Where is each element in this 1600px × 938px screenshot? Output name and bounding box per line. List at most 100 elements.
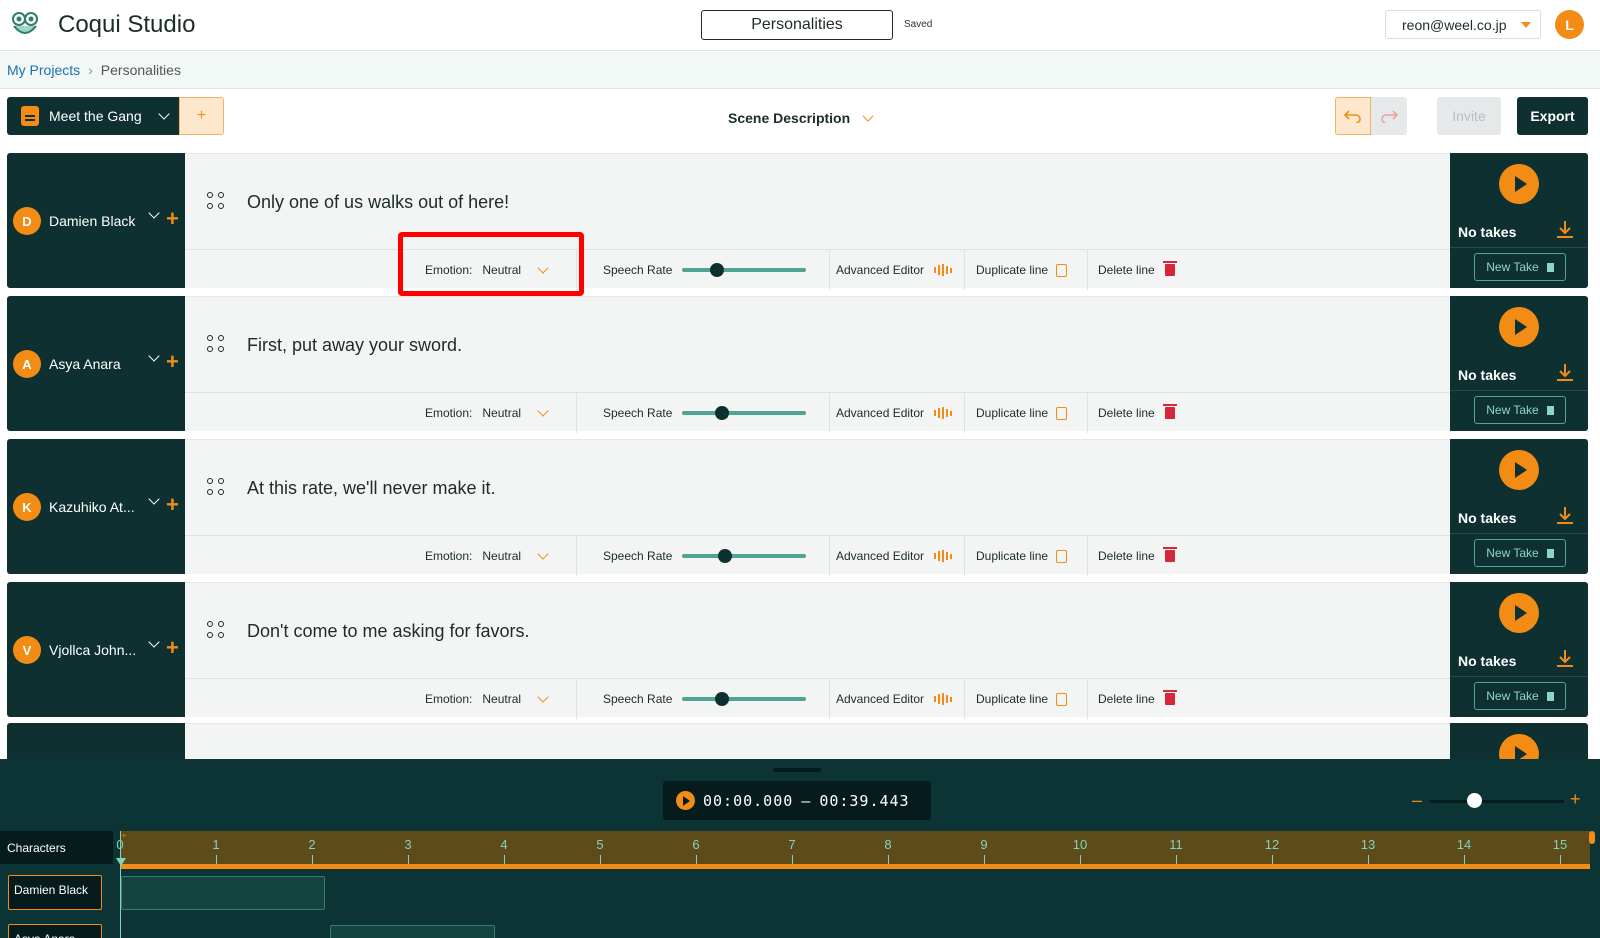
slider-thumb[interactable] <box>718 549 733 563</box>
project-name-field[interactable]: Personalities <box>701 10 893 40</box>
chevron-down-icon <box>537 548 549 560</box>
advanced-editor-button[interactable]: Advanced Editor <box>836 679 953 719</box>
drag-handle-icon[interactable] <box>207 192 225 212</box>
new-take-button[interactable]: New Take <box>1474 396 1566 424</box>
ruler-tick: 8 <box>884 831 892 864</box>
track-label[interactable]: Asya Anara <box>8 924 102 938</box>
timeline-ruler[interactable]: 0123456789101112131415 <box>116 831 1590 864</box>
add-line-button[interactable]: + <box>166 351 179 373</box>
character-panel: D Damien Black + <box>7 153 185 288</box>
speech-rate-slider[interactable] <box>682 692 807 706</box>
line-text[interactable]: Don't come to me asking for favors. <box>247 621 530 642</box>
delete-line-button[interactable]: Delete line <box>1098 679 1177 719</box>
play-take-button[interactable] <box>1499 593 1539 633</box>
download-icon[interactable] <box>1554 219 1576 241</box>
resize-handle[interactable] <box>773 768 821 772</box>
play-take-button[interactable] <box>1499 450 1539 490</box>
time-separator: – <box>801 791 812 810</box>
zoom-slider[interactable] <box>1430 800 1564 803</box>
emotion-dropdown[interactable]: Emotion: Neutral <box>425 536 549 576</box>
speech-rate-slider[interactable] <box>682 263 807 277</box>
ruler-tick: 5 <box>596 831 604 864</box>
advanced-editor-button[interactable]: Advanced Editor <box>836 250 953 290</box>
playhead-marker-icon[interactable] <box>116 858 126 866</box>
duplicate-line-button[interactable]: Duplicate line <box>976 250 1068 290</box>
playhead-flag-icon: ⁺ <box>121 832 127 844</box>
drag-handle-icon[interactable] <box>207 478 225 498</box>
line-text[interactable]: First, put away your sword. <box>247 335 462 356</box>
ruler-tick-label: 5 <box>596 837 604 852</box>
take-panel: No takes New Take <box>1450 439 1588 574</box>
ruler-tick-label: 2 <box>308 837 316 852</box>
play-icon[interactable] <box>676 791 695 810</box>
frog-logo-icon[interactable] <box>10 10 40 40</box>
zoom-out-button[interactable]: – <box>1412 790 1422 811</box>
advanced-editor-button[interactable]: Advanced Editor <box>836 393 953 433</box>
download-icon[interactable] <box>1554 648 1576 670</box>
play-take-button[interactable] <box>1499 307 1539 347</box>
app-title: Coqui Studio <box>58 11 196 38</box>
chevron-down-icon[interactable] <box>148 493 160 505</box>
scene-selector-dropdown[interactable]: Meet the Gang <box>7 97 179 135</box>
timeline-scroll-handle[interactable] <box>1589 831 1595 844</box>
drag-handle-icon[interactable] <box>207 335 225 355</box>
audio-clip[interactable] <box>330 925 496 938</box>
new-take-button[interactable]: New Take <box>1474 682 1566 710</box>
character-name-select[interactable]: Kazuhiko At... <box>49 499 141 515</box>
add-line-button[interactable]: + <box>166 637 179 659</box>
duplicate-line-button[interactable]: Duplicate line <box>976 679 1068 719</box>
copy-icon <box>1056 263 1068 277</box>
breadcrumb-my-projects[interactable]: My Projects <box>7 62 80 78</box>
character-name-select[interactable]: Vjollca John... <box>49 642 141 658</box>
take-panel: No takes New Take <box>1450 296 1588 431</box>
slider-thumb[interactable] <box>715 692 730 706</box>
emotion-dropdown[interactable]: Emotion: Neutral <box>425 679 549 719</box>
chevron-down-icon <box>537 691 549 703</box>
export-button[interactable]: Export <box>1517 97 1588 135</box>
download-icon[interactable] <box>1554 362 1576 384</box>
slider-thumb[interactable] <box>710 263 725 277</box>
takes-status: No takes <box>1458 367 1517 383</box>
download-icon[interactable] <box>1554 505 1576 527</box>
new-take-button[interactable]: New Take <box>1474 539 1566 567</box>
speech-rate-label: Speech Rate <box>603 406 673 420</box>
time-start: 00:00.000 <box>703 791 794 810</box>
line-text[interactable]: At this rate, we'll never make it. <box>247 478 496 499</box>
waveform-icon <box>934 550 953 562</box>
chevron-down-icon[interactable] <box>148 636 160 648</box>
character-name-select[interactable]: Asya Anara <box>49 356 141 372</box>
slider-thumb[interactable] <box>715 406 730 420</box>
add-scene-button[interactable]: + <box>179 97 224 135</box>
ruler-tick: 6 <box>692 831 700 864</box>
advanced-editor-button[interactable]: Advanced Editor <box>836 536 953 576</box>
add-line-button[interactable]: + <box>166 208 179 230</box>
speech-rate-slider[interactable] <box>682 549 807 563</box>
audio-clip[interactable] <box>121 876 326 910</box>
new-take-button[interactable]: New Take <box>1474 253 1566 281</box>
user-avatar[interactable]: L <box>1555 10 1584 39</box>
drag-handle-icon[interactable] <box>207 621 225 641</box>
undo-button[interactable] <box>1335 97 1371 135</box>
chevron-down-icon[interactable] <box>148 207 160 219</box>
add-line-button[interactable]: + <box>166 494 179 516</box>
speech-rate-slider[interactable] <box>682 406 807 420</box>
track-label[interactable]: Damien Black <box>8 875 102 910</box>
invite-button[interactable]: Invite <box>1437 97 1501 135</box>
duplicate-line-button[interactable]: Duplicate line <box>976 536 1068 576</box>
play-take-button[interactable] <box>1499 164 1539 204</box>
line-body: Don't come to me asking for favors. Emot… <box>185 582 1450 719</box>
line-body <box>185 723 1450 763</box>
line-text[interactable]: Only one of us walks out of here! <box>247 192 509 213</box>
duplicate-line-button[interactable]: Duplicate line <box>976 393 1068 433</box>
playhead-line[interactable] <box>120 831 121 938</box>
character-name-select[interactable]: Damien Black <box>49 213 141 229</box>
scene-description-toggle[interactable]: Scene Description <box>728 110 874 126</box>
delete-line-button[interactable]: Delete line <box>1098 250 1177 290</box>
zoom-in-button[interactable]: + <box>1570 789 1581 810</box>
user-menu-dropdown[interactable]: reon@weel.co.jp <box>1385 10 1541 39</box>
redo-button[interactable] <box>1371 97 1407 135</box>
delete-line-button[interactable]: Delete line <box>1098 393 1177 433</box>
emotion-dropdown[interactable]: Emotion: Neutral <box>425 393 549 433</box>
delete-line-button[interactable]: Delete line <box>1098 536 1177 576</box>
chevron-down-icon[interactable] <box>148 350 160 362</box>
